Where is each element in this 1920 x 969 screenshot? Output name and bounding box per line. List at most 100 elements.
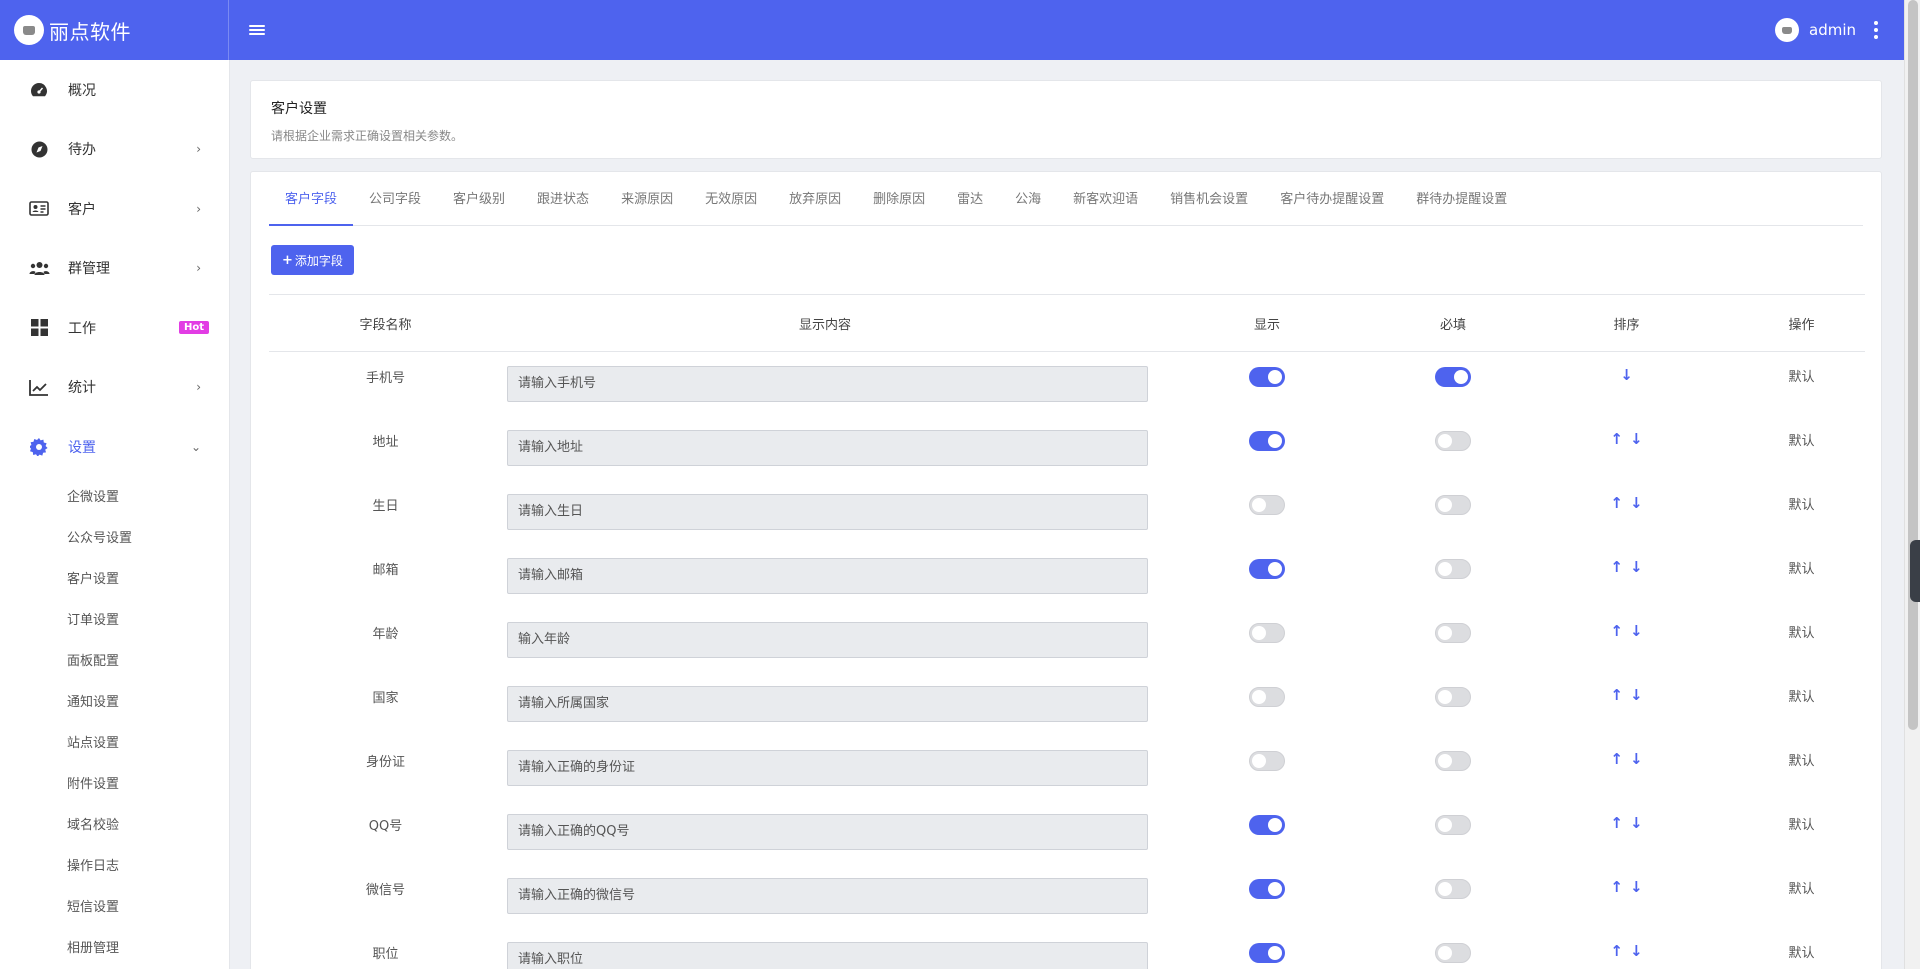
show-toggle[interactable] <box>1249 879 1285 899</box>
arrow-up-icon[interactable]: ↑ <box>1610 686 1623 704</box>
table-header: 字段名称 显示内容 显示 必填 排序 操作 <box>269 294 1865 352</box>
avatar[interactable] <box>1775 18 1799 42</box>
required-toggle[interactable] <box>1435 367 1471 387</box>
arrow-down-icon[interactable]: ↓ <box>1630 686 1643 704</box>
sidebar-subitem[interactable]: 站点设置 <box>0 723 229 764</box>
show-toggle[interactable] <box>1249 623 1285 643</box>
sidebar-item-1[interactable]: 待办 › <box>0 120 229 180</box>
sidebar-item-label: 统计 <box>68 380 96 397</box>
field-content-input[interactable]: 请输入生日 <box>507 494 1148 530</box>
show-cell <box>1143 556 1391 583</box>
sidebar-subitem[interactable]: 短信设置 <box>0 887 229 928</box>
arrow-down-icon[interactable]: ↓ <box>1630 814 1643 832</box>
arrow-up-icon[interactable]: ↑ <box>1610 430 1623 448</box>
tab-1[interactable]: 公司字段 <box>353 188 437 226</box>
sidebar-subitem[interactable]: 企微设置 <box>0 477 229 518</box>
col-header-sort: 排序 <box>1613 317 1640 333</box>
field-content-input[interactable]: 请输入正确的微信号 <box>507 878 1148 914</box>
field-content-input[interactable]: 请输入地址 <box>507 430 1148 466</box>
tab-3[interactable]: 跟进状态 <box>521 188 605 226</box>
show-toggle[interactable] <box>1249 431 1285 451</box>
sidebar-subitem[interactable]: 域名校验 <box>0 805 229 846</box>
arrow-down-icon[interactable]: ↓ <box>1630 942 1643 960</box>
field-content-input[interactable]: 请输入职位 <box>507 942 1148 969</box>
sidebar-subitem[interactable]: 客户设置 <box>0 559 229 600</box>
required-toggle[interactable] <box>1435 559 1471 579</box>
tab-6[interactable]: 放弃原因 <box>773 188 857 226</box>
scrollbar-thumb[interactable] <box>1908 0 1918 730</box>
required-toggle[interactable] <box>1435 751 1471 771</box>
arrow-down-icon[interactable]: ↓ <box>1630 878 1643 896</box>
tab-13[interactable]: 群待办提醒设置 <box>1400 188 1523 226</box>
tab-2[interactable]: 客户级别 <box>437 188 521 226</box>
show-toggle[interactable] <box>1249 367 1285 387</box>
show-toggle[interactable] <box>1249 815 1285 835</box>
required-toggle[interactable] <box>1435 815 1471 835</box>
required-toggle[interactable] <box>1435 623 1471 643</box>
sidebar-item-6[interactable]: 设置 ⌄ <box>0 417 229 477</box>
sort-controls: ↓ <box>1620 366 1633 384</box>
field-content-input[interactable]: 请输入手机号 <box>507 366 1148 402</box>
sidebar-subitem[interactable]: 附件设置 <box>0 764 229 805</box>
required-toggle[interactable] <box>1435 687 1471 707</box>
arrow-down-icon[interactable]: ↓ <box>1630 558 1643 576</box>
sidebar-item-4[interactable]: 工作 Hot <box>0 298 229 358</box>
show-toggle[interactable] <box>1249 495 1285 515</box>
tab-0[interactable]: 客户字段 <box>269 188 354 226</box>
field-content-input[interactable]: 请输入所属国家 <box>507 686 1148 722</box>
show-toggle[interactable] <box>1249 943 1285 963</box>
hamburger-menu-icon[interactable] <box>249 23 265 37</box>
tab-4[interactable]: 来源原因 <box>605 188 689 226</box>
sidebar-subitem[interactable]: 面板配置 <box>0 641 229 682</box>
tab-10[interactable]: 新客欢迎语 <box>1057 188 1154 226</box>
tab-5[interactable]: 无效原因 <box>689 188 773 226</box>
brand[interactable]: 丽点软件 <box>0 0 229 60</box>
field-content-input[interactable]: 请输入邮箱 <box>507 558 1148 594</box>
tab-9[interactable]: 公海 <box>999 188 1057 226</box>
sidebar-item-3[interactable]: 群管理 › <box>0 239 229 299</box>
page-scrollbar[interactable] <box>1904 0 1920 969</box>
required-toggle[interactable] <box>1435 431 1471 451</box>
sidebar-subitem[interactable]: 通知设置 <box>0 682 229 723</box>
table-row: 年龄 输入年龄 ↑ ↓ 默认 <box>269 608 1865 672</box>
sidebar-item-0[interactable]: 概况 <box>0 60 229 120</box>
tab-8[interactable]: 雷达 <box>941 188 999 226</box>
sort-controls: ↑ ↓ <box>1610 878 1642 896</box>
arrow-down-icon[interactable]: ↓ <box>1630 430 1643 448</box>
show-toggle[interactable] <box>1249 559 1285 579</box>
username[interactable]: admin <box>1809 21 1856 39</box>
show-cell <box>1143 428 1391 455</box>
arrow-up-icon[interactable]: ↑ <box>1610 494 1623 512</box>
arrow-down-icon[interactable]: ↓ <box>1630 750 1643 768</box>
tab-11[interactable]: 销售机会设置 <box>1154 188 1264 226</box>
more-vertical-icon[interactable] <box>1874 21 1878 39</box>
sidebar-subitem[interactable]: 公众号设置 <box>0 518 229 559</box>
add-field-button[interactable]: + 添加字段 <box>271 245 354 275</box>
show-toggle[interactable] <box>1249 751 1285 771</box>
sidebar-subitem[interactable]: 相册管理 <box>0 928 229 969</box>
required-toggle[interactable] <box>1435 943 1471 963</box>
arrow-up-icon[interactable]: ↑ <box>1610 942 1623 960</box>
tab-7[interactable]: 删除原因 <box>857 188 941 226</box>
arrow-down-icon[interactable]: ↓ <box>1630 622 1643 640</box>
arrow-up-icon[interactable]: ↑ <box>1610 878 1623 896</box>
show-toggle[interactable] <box>1249 687 1285 707</box>
required-toggle[interactable] <box>1435 879 1471 899</box>
field-content-input[interactable]: 请输入正确的QQ号 <box>507 814 1148 850</box>
arrow-up-icon[interactable]: ↑ <box>1610 622 1623 640</box>
required-toggle[interactable] <box>1435 495 1471 515</box>
field-content-input[interactable]: 输入年龄 <box>507 622 1148 658</box>
arrow-down-icon[interactable]: ↓ <box>1630 494 1643 512</box>
sidebar-subitem[interactable]: 操作日志 <box>0 846 229 887</box>
sidebar-item-5[interactable]: 统计 › <box>0 358 229 418</box>
sidebar-subitem[interactable]: 订单设置 <box>0 600 229 641</box>
tab-12[interactable]: 客户待办提醒设置 <box>1264 188 1400 226</box>
sidebar-item-2[interactable]: 客户 › <box>0 179 229 239</box>
field-name: 身份证 <box>365 755 405 770</box>
side-handle[interactable] <box>1910 540 1920 602</box>
arrow-up-icon[interactable]: ↑ <box>1610 558 1623 576</box>
field-content-input[interactable]: 请输入正确的身份证 <box>507 750 1148 786</box>
arrow-up-icon[interactable]: ↑ <box>1610 814 1623 832</box>
arrow-down-icon[interactable]: ↓ <box>1620 366 1633 384</box>
arrow-up-icon[interactable]: ↑ <box>1610 750 1623 768</box>
